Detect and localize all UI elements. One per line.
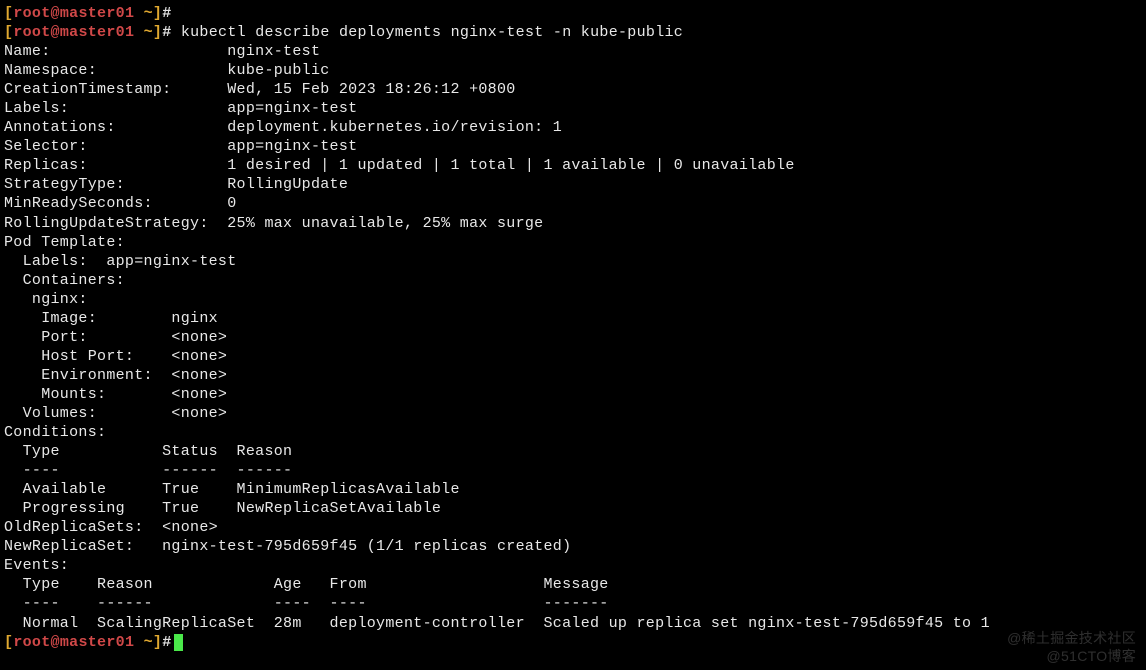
output-environment: Environment: <none> <box>4 366 1142 385</box>
terminal[interactable]: [root@master01 ~]# [root@master01 ~]# ku… <box>4 4 1142 652</box>
output-container-nginx: nginx: <box>4 290 1142 309</box>
output-strategy-type: StrategyType: RollingUpdate <box>4 175 1142 194</box>
output-selector: Selector: app=nginx-test <box>4 137 1142 156</box>
prompt-path: ~ <box>144 5 153 22</box>
watermark: @稀土掘金技术社区 @51CTO博客 <box>1007 629 1136 665</box>
output-volumes: Volumes: <none> <box>4 404 1142 423</box>
output-condition-available: Available True MinimumReplicasAvailable <box>4 480 1142 499</box>
output-namespace: Namespace: kube-public <box>4 61 1142 80</box>
output-pod-labels: Labels: app=nginx-test <box>4 252 1142 271</box>
output-name: Name: nginx-test <box>4 42 1142 61</box>
watermark-line2: @51CTO博客 <box>1007 647 1136 665</box>
cursor <box>174 634 183 651</box>
output-min-ready-seconds: MinReadySeconds: 0 <box>4 194 1142 213</box>
prompt-line-active[interactable]: [root@master01 ~]# <box>4 633 1142 652</box>
command-line: [root@master01 ~]# kubectl describe depl… <box>4 23 1142 42</box>
output-new-replica-set: NewReplicaSet: nginx-test-795d659f45 (1/… <box>4 537 1142 556</box>
prompt-hash: # <box>162 5 171 22</box>
output-containers: Containers: <box>4 271 1142 290</box>
output-host-port: Host Port: <none> <box>4 347 1142 366</box>
output-mounts: Mounts: <none> <box>4 385 1142 404</box>
prompt-at: @ <box>51 5 60 22</box>
prompt-line-empty: [root@master01 ~]# <box>4 4 1142 23</box>
output-annotations: Annotations: deployment.kubernetes.io/re… <box>4 118 1142 137</box>
output-conditions-header: Type Status Reason <box>4 442 1142 461</box>
output-old-replica-sets: OldReplicaSets: <none> <box>4 518 1142 537</box>
output-event-scaling: Normal ScalingReplicaSet 28m deployment-… <box>4 614 1142 633</box>
output-labels: Labels: app=nginx-test <box>4 99 1142 118</box>
bracket-close: ] <box>153 5 162 22</box>
output-conditions-divider: ---- ------ ------ <box>4 461 1142 480</box>
output-conditions: Conditions: <box>4 423 1142 442</box>
output-events-divider: ---- ------ ---- ---- ------- <box>4 594 1142 613</box>
output-replicas: Replicas: 1 desired | 1 updated | 1 tota… <box>4 156 1142 175</box>
prompt-user: root <box>13 5 50 22</box>
watermark-line1: @稀土掘金技术社区 <box>1007 629 1136 647</box>
command-text: kubectl describe deployments nginx-test … <box>181 24 683 41</box>
output-image: Image: nginx <box>4 309 1142 328</box>
output-rolling-update-strategy: RollingUpdateStrategy: 25% max unavailab… <box>4 214 1142 233</box>
output-port: Port: <none> <box>4 328 1142 347</box>
output-creation-timestamp: CreationTimestamp: Wed, 15 Feb 2023 18:2… <box>4 80 1142 99</box>
output-events-header: Type Reason Age From Message <box>4 575 1142 594</box>
output-pod-template: Pod Template: <box>4 233 1142 252</box>
prompt-host: master01 <box>60 5 134 22</box>
bracket-open: [ <box>4 5 13 22</box>
output-condition-progressing: Progressing True NewReplicaSetAvailable <box>4 499 1142 518</box>
output-events: Events: <box>4 556 1142 575</box>
